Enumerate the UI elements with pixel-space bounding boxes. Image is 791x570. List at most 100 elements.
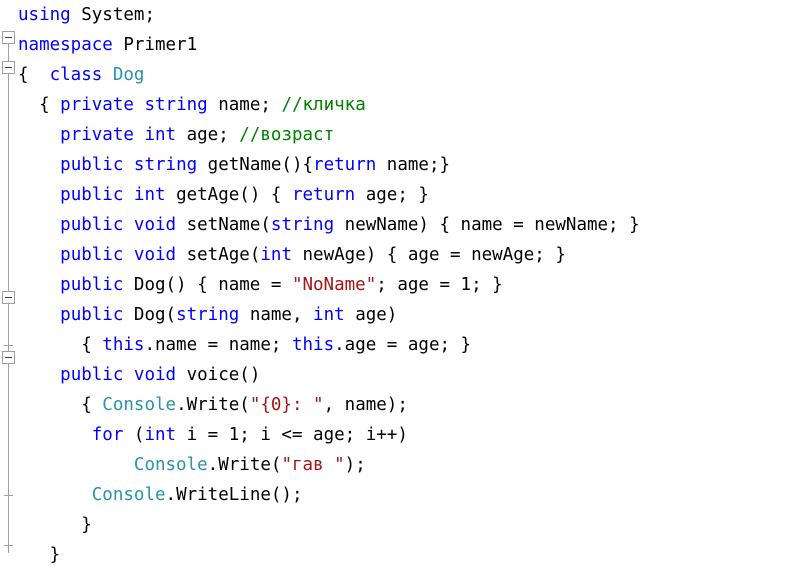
token-pln: newName) { name = newName; } <box>334 215 640 235</box>
token-kw: private <box>60 95 134 115</box>
token-pln: name; <box>207 95 282 115</box>
token-pln: { <box>18 95 61 115</box>
token-pln <box>123 185 134 205</box>
code-line-11[interactable]: public Dog(string name, int age) <box>18 300 791 330</box>
token-kw: string <box>176 305 240 325</box>
token-pln: , name); <box>323 395 408 415</box>
token-pln <box>123 215 134 235</box>
code-line-5[interactable]: private int age; //возраст <box>18 120 791 150</box>
token-pln: voice() <box>176 365 261 385</box>
token-kw: int <box>260 245 292 265</box>
fold-end-class <box>4 545 13 546</box>
token-pln <box>134 125 145 145</box>
token-pln: ( <box>123 425 145 445</box>
code-editor[interactable]: using System; namespace Primer1{ class Do… <box>0 0 791 565</box>
code-line-6[interactable]: public string getName(){return name;} <box>18 150 791 180</box>
token-pln <box>123 155 134 175</box>
code-line-19[interactable]: } <box>18 540 791 570</box>
code-line-7[interactable]: public int getAge() { return age; } <box>18 180 791 210</box>
token-pln <box>123 245 134 265</box>
token-kw: for <box>91 425 124 445</box>
code-line-14[interactable]: { Console.Write("{0}: ", name); <box>18 390 791 420</box>
token-kw: public <box>60 245 124 265</box>
token-pln: .WriteLine(); <box>165 485 303 505</box>
token-type: Console <box>102 395 177 415</box>
token-pln <box>18 425 92 445</box>
token-kw: using <box>18 5 71 25</box>
token-pln <box>18 485 92 505</box>
token-pln: getAge() { <box>165 185 292 205</box>
token-kw: string <box>133 155 198 175</box>
token-pln: Primer1 <box>112 35 198 55</box>
token-pln: } <box>18 515 92 535</box>
token-pln <box>18 185 60 205</box>
fold-box-voice[interactable] <box>2 351 15 364</box>
token-pln <box>123 365 134 385</box>
outlining-fold-margin[interactable] <box>0 0 18 553</box>
token-pln: name, <box>239 305 314 325</box>
token-kw: namespace <box>18 35 113 55</box>
token-kw: this <box>102 335 145 355</box>
token-kw: return <box>291 185 356 205</box>
token-type: Console <box>91 485 166 505</box>
token-pln <box>18 275 60 295</box>
token-pln: ); <box>344 455 366 475</box>
token-pln: { <box>18 395 103 415</box>
token-kw: private <box>60 125 134 145</box>
token-pln: { <box>18 335 103 355</box>
code-text-area[interactable]: using System; namespace Primer1{ class Do… <box>18 0 791 565</box>
token-pln <box>134 95 145 115</box>
fold-run-class <box>8 74 9 545</box>
token-pln: ; age = 1; } <box>376 275 503 295</box>
fold-box-class-brace[interactable] <box>2 61 15 74</box>
code-line-9[interactable]: public void setAge(int newAge) { age = n… <box>18 240 791 270</box>
token-pln: age; <box>176 125 240 145</box>
fold-end-ctor <box>4 345 13 346</box>
token-type: Dog <box>112 65 145 85</box>
token-pln: age) <box>344 305 398 325</box>
token-pln: setAge( <box>176 245 261 265</box>
code-line-4[interactable]: { private string name; //кличка <box>18 90 791 120</box>
token-kw: string <box>270 215 335 235</box>
token-kw: void <box>133 245 177 265</box>
token-type: Console <box>133 455 208 475</box>
token-pln: .age = age; } <box>334 335 472 355</box>
code-line-2[interactable]: namespace Primer1 <box>18 30 791 60</box>
token-pln <box>18 245 60 265</box>
fold-box-dog-ctor[interactable] <box>2 291 15 304</box>
token-cmt: //возраст <box>239 125 335 145</box>
code-line-16[interactable]: Console.Write("гав "); <box>18 450 791 480</box>
token-pln: .Write( <box>207 455 282 475</box>
code-line-13[interactable]: public void voice() <box>18 360 791 390</box>
fold-box-namespace[interactable] <box>2 31 15 44</box>
fold-end-voice-body <box>4 495 13 496</box>
token-pln: .name = name; <box>144 335 292 355</box>
code-line-3[interactable]: { class Dog <box>18 60 791 90</box>
token-pln: System; <box>70 5 155 25</box>
token-pln <box>18 365 60 385</box>
token-str: "гав " <box>281 455 345 475</box>
code-line-17[interactable]: Console.WriteLine(); <box>18 480 791 510</box>
token-pln: i = 1; i <= age; i++) <box>176 425 408 445</box>
token-pln <box>18 215 60 235</box>
code-line-8[interactable]: public void setName(string newName) { na… <box>18 210 791 240</box>
token-kw: void <box>133 215 177 235</box>
token-pln: { <box>18 65 50 85</box>
token-str: "NoName" <box>291 275 377 295</box>
code-line-1[interactable]: using System; <box>18 0 791 30</box>
token-kw: public <box>60 365 124 385</box>
token-pln <box>18 125 60 145</box>
token-kw: public <box>60 215 124 235</box>
token-kw: int <box>144 125 177 145</box>
token-pln: age; } <box>355 185 429 205</box>
token-cmt: //кличка <box>281 95 366 115</box>
token-pln: getName(){ <box>197 155 314 175</box>
token-kw: string <box>144 95 208 115</box>
token-kw: public <box>60 155 124 175</box>
code-line-18[interactable]: } <box>18 510 791 540</box>
code-line-12[interactable]: { this.name = name; this.age = age; } <box>18 330 791 360</box>
token-pln <box>18 155 60 175</box>
code-line-10[interactable]: public Dog() { name = "NoName"; age = 1;… <box>18 270 791 300</box>
code-line-15[interactable]: for (int i = 1; i <= age; i++) <box>18 420 791 450</box>
token-kw: public <box>60 275 124 295</box>
